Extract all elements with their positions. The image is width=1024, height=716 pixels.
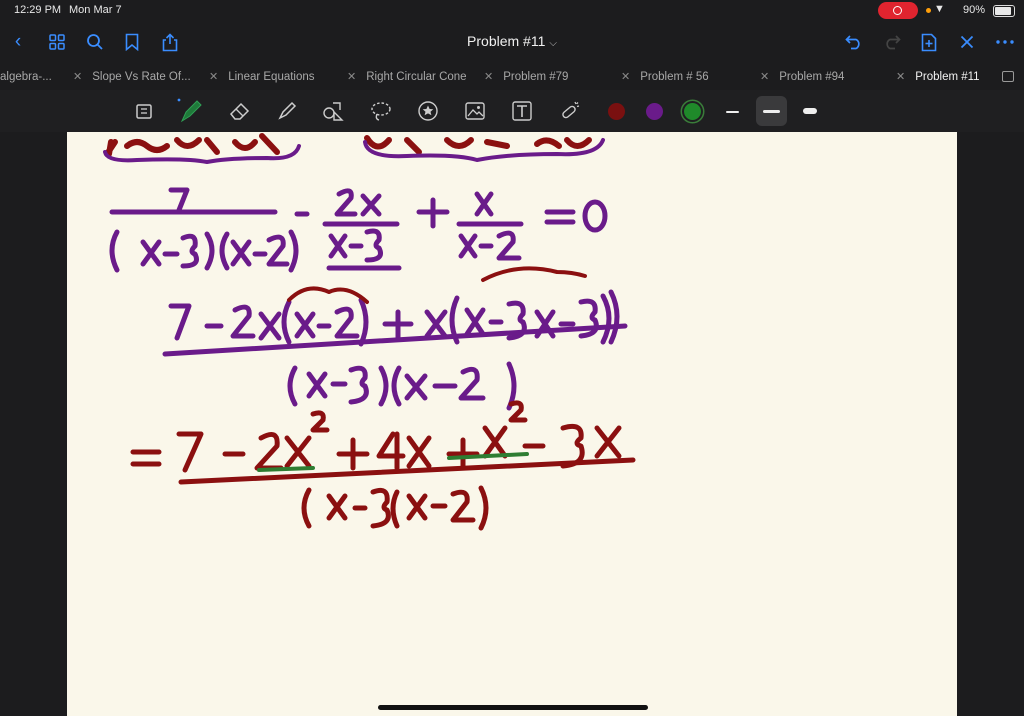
tab-label[interactable]: Right Circular Cone (366, 71, 466, 83)
tab-problem-56[interactable]: ✕ Problem # 56 (621, 64, 709, 90)
tab-close-icon[interactable]: ✕ (760, 71, 769, 83)
document-title-label[interactable]: Problem #11 (467, 33, 545, 49)
tab-label[interactable]: algebra-... (0, 71, 52, 83)
tab-close-icon[interactable]: ✕ (347, 71, 356, 83)
sticker-icon[interactable] (413, 96, 443, 126)
tab-close-icon[interactable]: ✕ (484, 71, 493, 83)
tab-label[interactable]: Problem #11 (915, 71, 979, 83)
tab-linear-equations[interactable]: ✕ Linear Equations (209, 64, 315, 90)
tab-problem-79[interactable]: ✕ Problem #79 (484, 64, 568, 90)
add-page-icon[interactable] (915, 22, 943, 62)
stroke-thin-option[interactable] (726, 111, 739, 113)
tab-close-icon[interactable]: ✕ (209, 71, 218, 83)
laser-pointer-icon[interactable] (555, 96, 585, 126)
tab-overview-icon[interactable] (1002, 71, 1014, 82)
tab-label[interactable]: Problem # 56 (640, 71, 708, 83)
status-time: 12:29 PM (14, 4, 62, 16)
home-indicator[interactable] (378, 705, 648, 710)
status-bar: 12:29 PM Mon Mar 7 ▼ 90% (0, 0, 1024, 22)
document-title[interactable]: Problem #11 ⌵ (0, 33, 1024, 49)
shapes-icon[interactable] (318, 96, 348, 126)
chevron-down-icon[interactable]: ⌵ (549, 38, 557, 49)
read-mode-icon[interactable] (130, 96, 160, 126)
tab-close-icon[interactable]: ✕ (896, 71, 905, 83)
text-tool-icon[interactable] (507, 96, 537, 126)
tab-label[interactable]: Linear Equations (228, 71, 314, 83)
document-tabs: algebra-... ✕ Slope Vs Rate Of... ✕ Linear… (0, 64, 1024, 90)
tab-label[interactable]: Slope Vs Rate Of... (92, 71, 190, 83)
battery-percent: 90% (963, 4, 986, 16)
drawing-toolbar (0, 90, 1024, 132)
tab-label[interactable]: Problem #94 (779, 71, 844, 83)
lasso-icon[interactable] (366, 96, 396, 126)
tab-label[interactable]: Problem #79 (503, 71, 568, 83)
tab-close-icon[interactable]: ✕ (73, 71, 82, 83)
notebook-page[interactable] (67, 132, 957, 716)
color-green-swatch-selected[interactable] (684, 103, 701, 120)
color-purple-swatch[interactable] (646, 103, 663, 120)
navigation-bar: ‹ Problem #11 ⌵ (0, 22, 1024, 62)
status-date: Mon Mar 7 (69, 4, 122, 16)
color-dark-red-swatch[interactable] (608, 103, 625, 120)
battery-icon (993, 5, 1015, 17)
handwritten-math-work (103, 133, 636, 531)
stroke-medium-option[interactable] (763, 110, 780, 113)
close-icon[interactable] (953, 22, 981, 62)
redo-icon (878, 22, 906, 62)
pen-tool-icon[interactable] (175, 96, 205, 126)
screen-recording-icon[interactable] (878, 2, 918, 19)
stroke-thick-option[interactable] (803, 108, 817, 114)
tab-algebra[interactable]: algebra-... (0, 64, 52, 90)
privacy-indicator-icon (926, 8, 931, 13)
eraser-icon[interactable] (225, 96, 255, 126)
more-icon[interactable] (991, 22, 1019, 62)
highlighter-icon[interactable] (272, 96, 302, 126)
image-icon[interactable] (460, 96, 490, 126)
wifi-icon: ▼ (934, 3, 945, 15)
tab-close-icon[interactable]: ✕ (621, 71, 630, 83)
tab-slope-vs-rate[interactable]: ✕ Slope Vs Rate Of... (73, 64, 191, 90)
tab-problem-94[interactable]: ✕ Problem #94 (760, 64, 844, 90)
tab-problem-11[interactable]: ✕ Problem #11 (896, 64, 980, 90)
undo-icon[interactable] (840, 22, 868, 62)
tab-right-circular-cone[interactable]: ✕ Right Circular Cone (347, 64, 467, 90)
